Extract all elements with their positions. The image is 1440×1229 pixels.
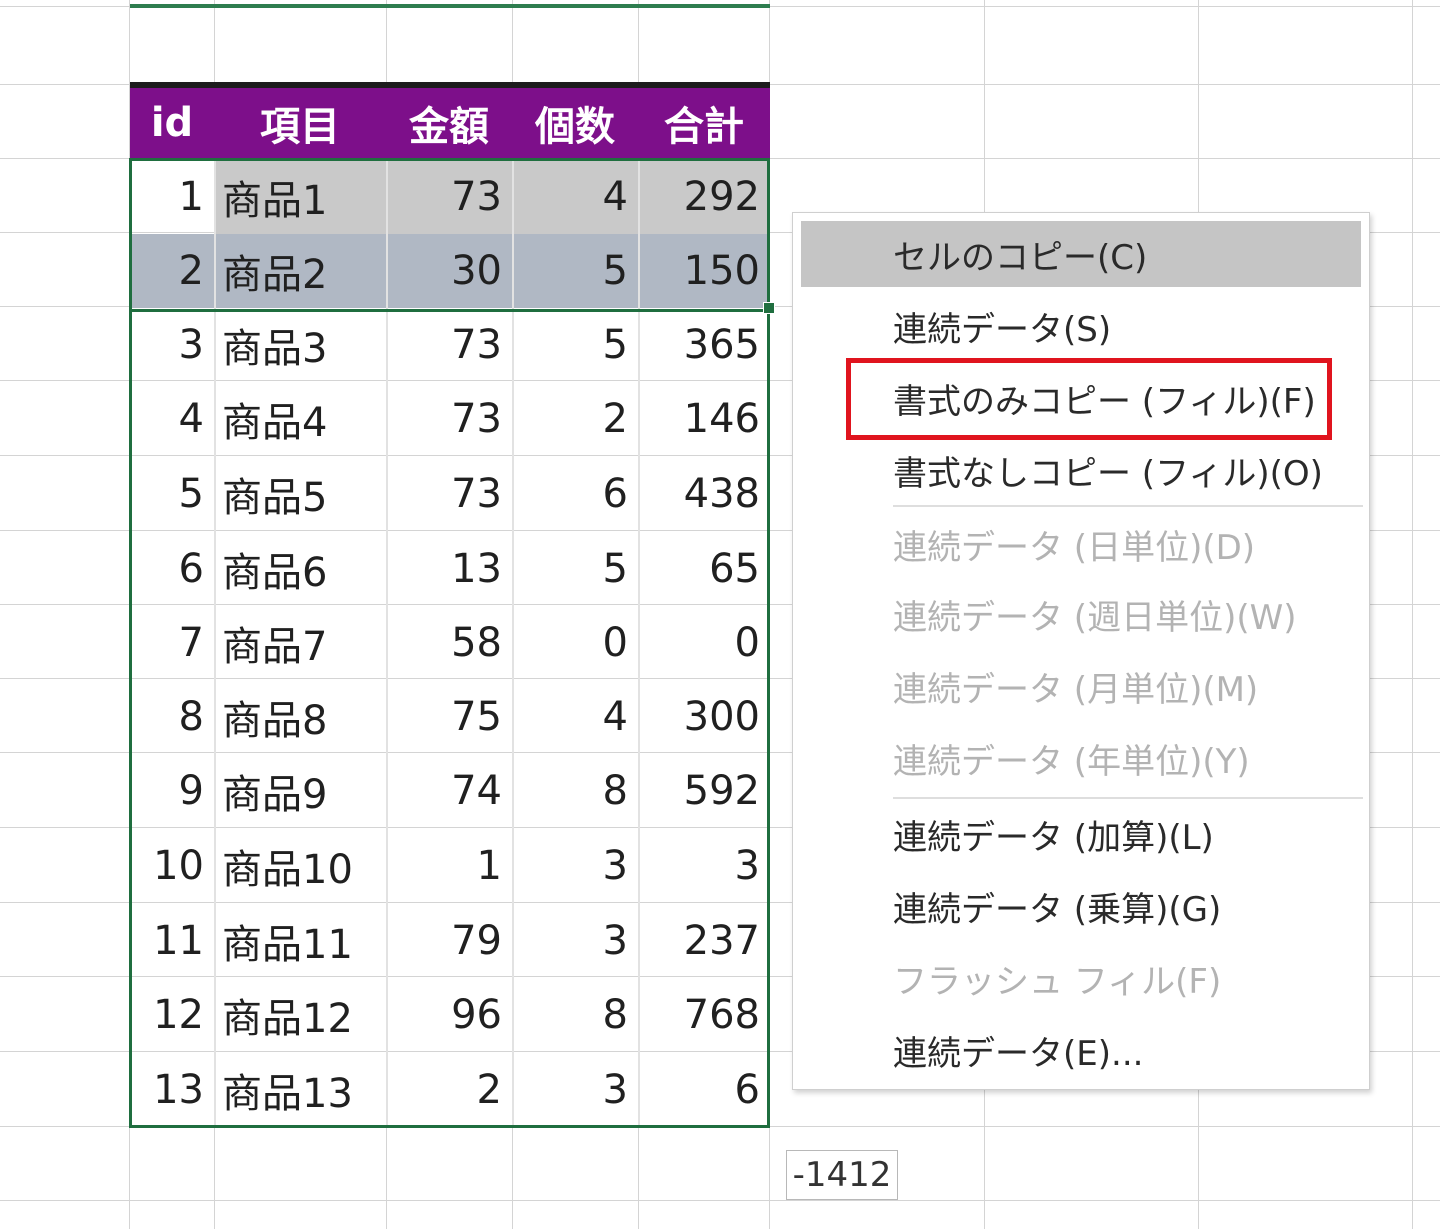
grid-line [1412, 0, 1413, 1229]
menu-item: 連続データ (週日単位)(W) [893, 597, 1297, 638]
selection-range [129, 158, 770, 1128]
autofill-context-menu: セルのコピー(C) 連続データ(S) 書式のみコピー (フィル)(F) 書式なしコピー… [792, 212, 1370, 1090]
previous-selection-edge [130, 4, 770, 8]
fill-value-tooltip: -1412 [786, 1150, 898, 1200]
menu-item: 連続データ (日単位)(D) [893, 527, 1256, 568]
menu-item: フラッシュ フィル(F) [893, 961, 1222, 1002]
header-item[interactable]: 項目 [214, 88, 386, 158]
menu-item: 連続データ (月単位)(M) [893, 669, 1259, 710]
source-range-edge [130, 309, 770, 312]
menu-separator [893, 797, 1363, 799]
menu-item[interactable]: 連続データ (加算)(L) [801, 801, 1361, 867]
grid-line [0, 1200, 1440, 1201]
menu-item[interactable]: 書式なしコピー (フィル)(O) [801, 437, 1361, 503]
menu-item: 連続データ (年単位)(Y) [893, 741, 1250, 782]
fill-handle[interactable] [763, 302, 775, 314]
spreadsheet-window: id 項目 金額 個数 合計 1 商品1 73 4 292 2 商品2 30 5 150 3 商品3 7… [0, 0, 1440, 1229]
header-id[interactable]: id [130, 88, 214, 158]
menu-item[interactable]: 連続データ (乗算)(G) [801, 873, 1361, 939]
menu-item[interactable]: 連続データ(S) [801, 293, 1361, 359]
header-amount[interactable]: 金額 [386, 88, 512, 158]
menu-item[interactable]: 連続データ(E)... [801, 1017, 1361, 1083]
header-total[interactable]: 合計 [638, 88, 770, 158]
annotation-highlight-box [846, 358, 1332, 440]
menu-item[interactable]: セルのコピー(C) [801, 221, 1361, 287]
menu-separator [893, 505, 1363, 507]
header-qty[interactable]: 個数 [512, 88, 638, 158]
